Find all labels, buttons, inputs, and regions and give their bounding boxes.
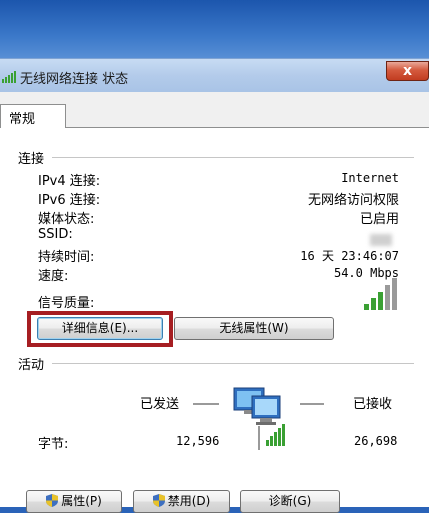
window-titlebar[interactable]: 无线网络连接 状态 <box>0 58 429 93</box>
properties-button-label: 属性(P) <box>61 494 102 508</box>
connection-divider <box>52 157 414 158</box>
media-state-value: 已启用 <box>359 212 399 227</box>
activity-section-title: 活动 <box>18 358 45 373</box>
signal-quality-label: 信号质量: <box>38 296 95 311</box>
close-button[interactable]: x <box>386 61 429 81</box>
media-state-label: 媒体状态: <box>38 212 95 227</box>
speed-label: 速度: <box>38 269 69 284</box>
ssid-value-redacted <box>370 234 392 246</box>
ipv4-label: IPv4 连接: <box>38 174 101 189</box>
wireless-properties-button[interactable]: 无线属性(W) <box>174 317 334 340</box>
received-dash <box>300 403 324 405</box>
desktop-background <box>0 0 429 60</box>
shield-icon <box>152 494 165 507</box>
signal-strength-icon <box>2 71 16 83</box>
bytes-sent-value: 12,596 <box>176 434 220 448</box>
close-icon: x <box>402 63 413 79</box>
general-panel: 连接 IPv4 连接: Internet IPv6 连接: 无网络访问权限 媒体… <box>0 127 429 513</box>
connection-section-title: 连接 <box>18 152 45 167</box>
disable-button-label: 禁用(D) <box>167 494 211 508</box>
diagnose-button-label: 诊断(G) <box>268 494 312 508</box>
ssid-label: SSID: <box>38 227 73 242</box>
dialog-client-area: 常规 连接 IPv4 连接: Internet IPv6 连接: 无网络访问权限… <box>0 92 429 513</box>
tab-general-label: 常规 <box>9 112 36 127</box>
sent-dash <box>193 403 219 405</box>
tab-general[interactable]: 常规 <box>0 104 66 128</box>
wireless-properties-button-label: 无线属性(W) <box>219 321 289 335</box>
activity-divider <box>52 363 414 364</box>
ipv6-value: 无网络访问权限 <box>307 193 399 208</box>
diagnose-button[interactable]: 诊断(G) <box>240 490 340 513</box>
bytes-received-value: 26,698 <box>354 434 398 448</box>
ipv6-label: IPv6 连接: <box>38 193 101 208</box>
ipv4-value: Internet <box>341 171 399 185</box>
details-button-label: 详细信息(E)... <box>61 321 139 335</box>
window-title: 无线网络连接 状态 <box>20 72 129 87</box>
sent-label: 已发送 <box>140 397 180 412</box>
disable-button[interactable]: 禁用(D) <box>133 490 230 513</box>
duration-value: 16 天 23:46:07 <box>300 249 399 263</box>
properties-button[interactable]: 属性(P) <box>26 490 122 513</box>
details-button[interactable]: 详细信息(E)... <box>37 317 163 340</box>
bytes-label: 字节: <box>38 437 69 452</box>
shield-icon <box>46 494 59 507</box>
duration-label: 持续时间: <box>38 250 95 265</box>
received-label: 已接收 <box>353 397 393 412</box>
network-computers-icon <box>233 387 285 450</box>
signal-quality-icon <box>364 278 397 310</box>
